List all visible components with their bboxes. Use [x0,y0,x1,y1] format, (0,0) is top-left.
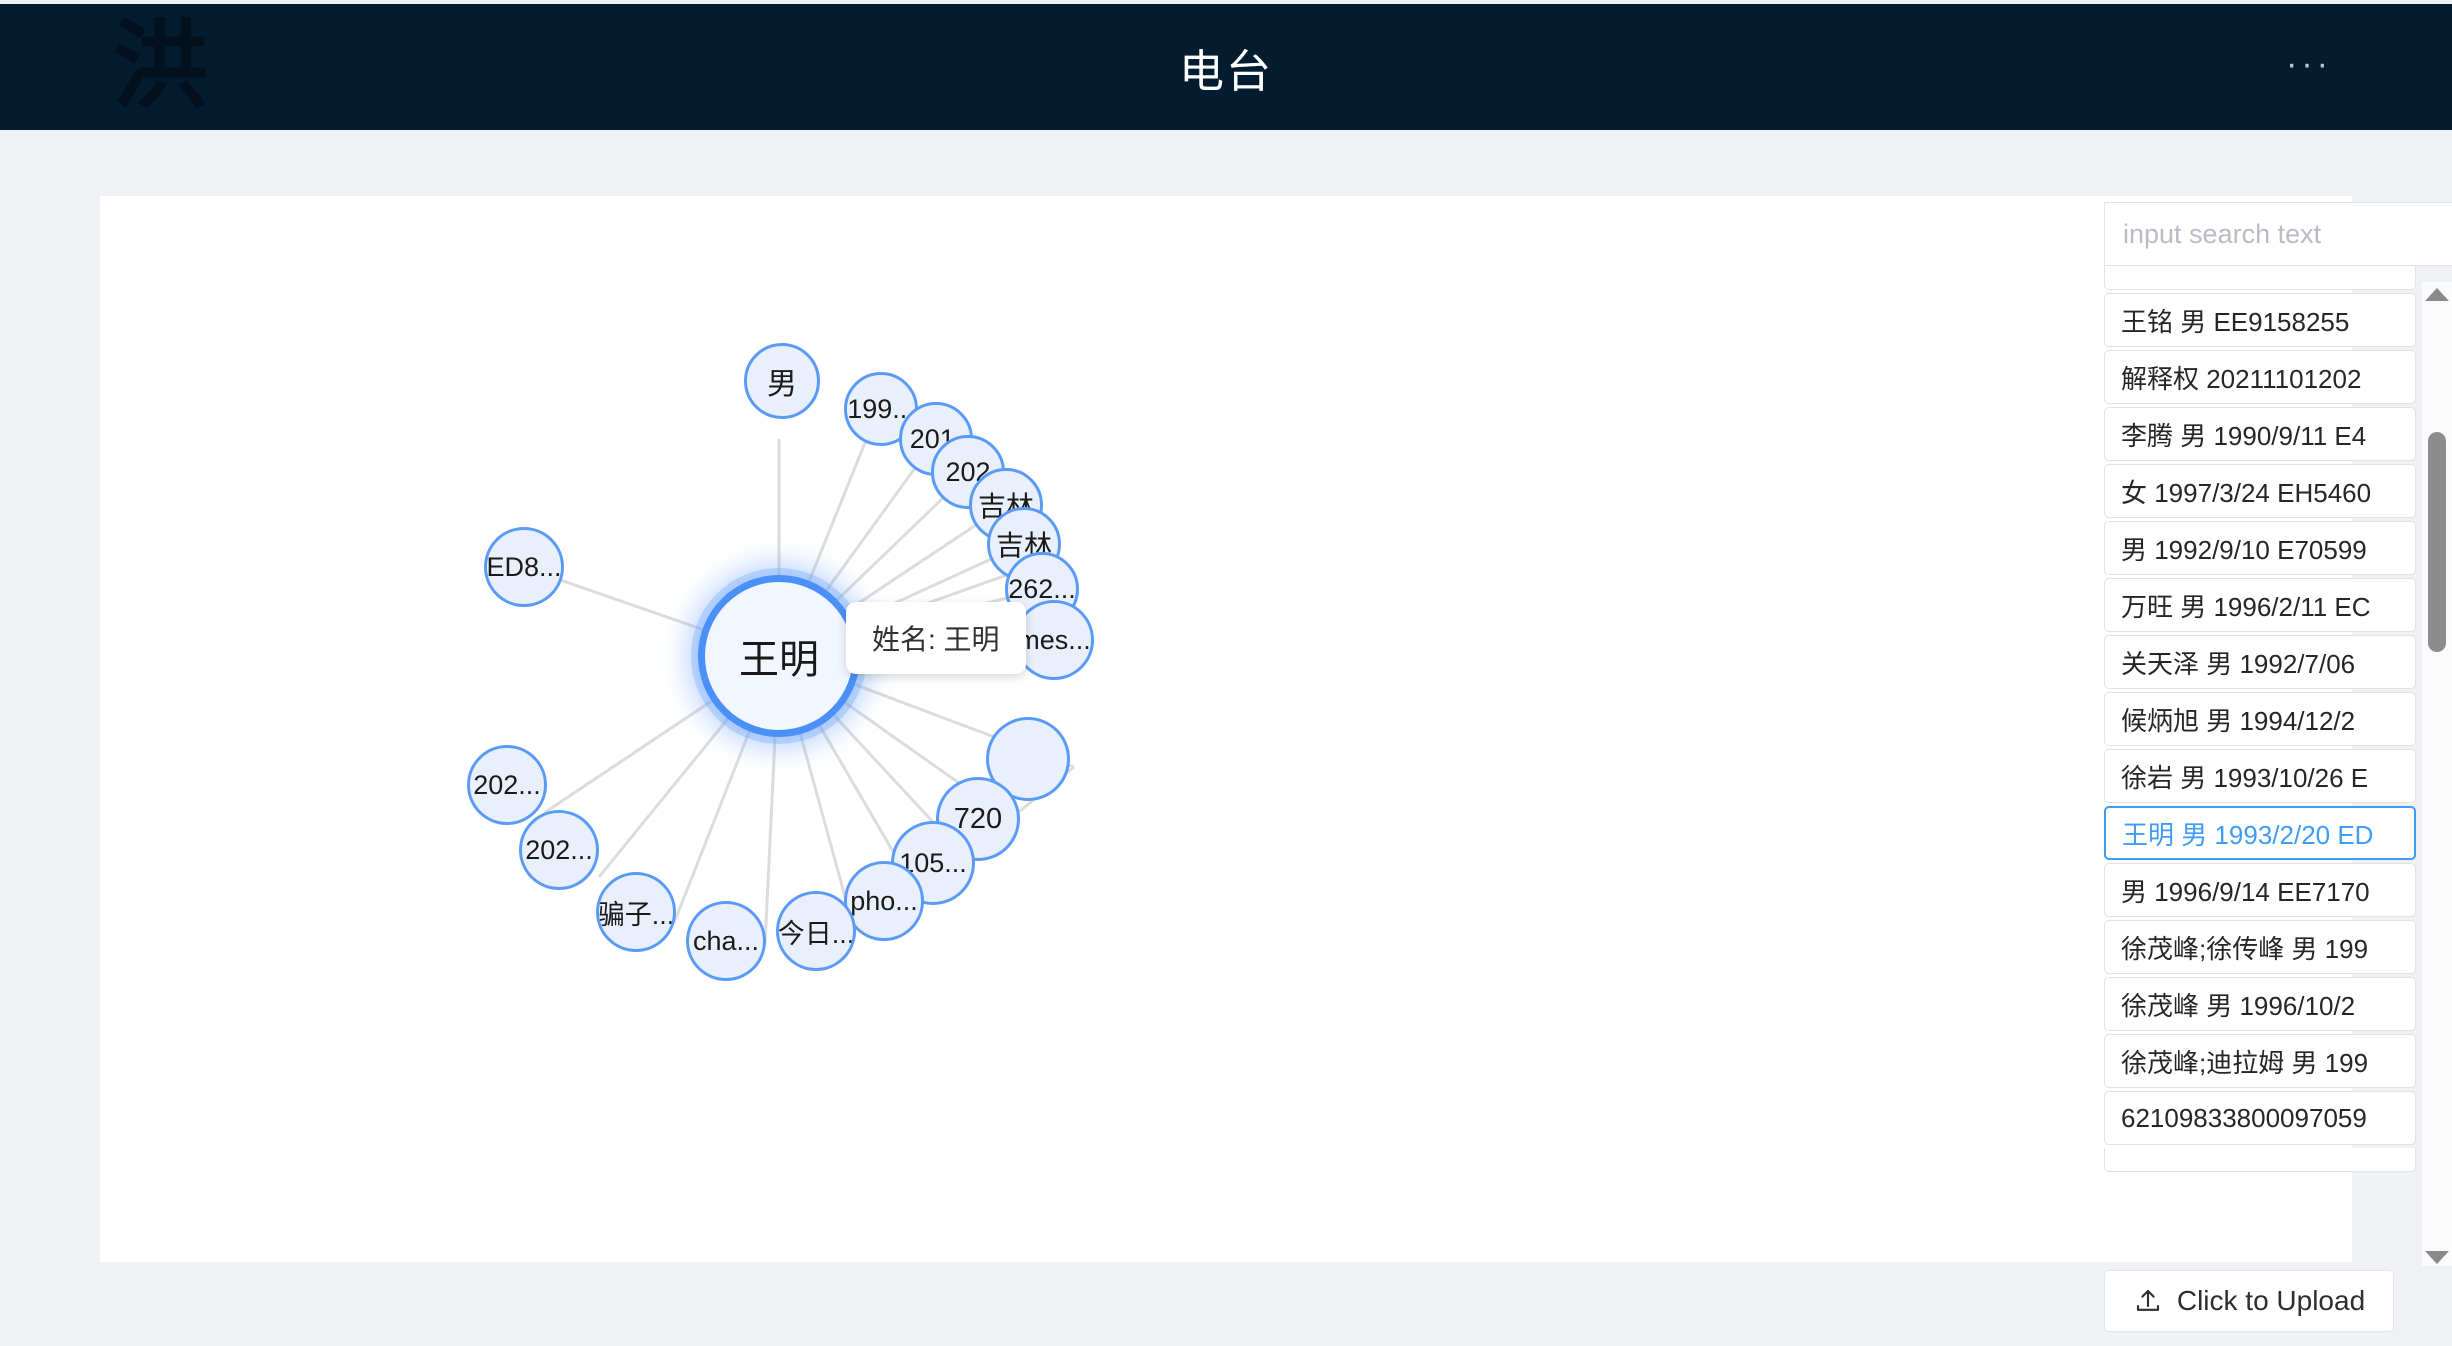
list-item[interactable]: 李腾 男 1990/9/11 E4 [2104,407,2416,461]
side-panel: 王铭 男 EE9158255 解释权 20211101202 李腾 男 1990… [2104,196,2452,1346]
graph-center-node-label: 王明 [739,638,819,682]
upload-icon [2136,1289,2159,1311]
graph-node[interactable]: 男 [744,343,820,419]
list-item[interactable]: 候炳旭 男 1994/12/2 [2104,692,2416,746]
list-item[interactable]: 徐茂峰;徐传峰 男 199 [2104,920,2416,974]
graph-node-label: mes... [1017,624,1091,655]
graph-node-label: 202... [473,769,541,800]
list-item-label: 女 1997/3/24 EH5460 [2121,477,2372,508]
app-header: 洪 电台 ··· [0,4,2452,130]
list-item[interactable] [2104,266,2416,290]
list-item[interactable]: 男 1996/9/14 EE7170 [2104,863,2416,917]
graph-node-label: 今日... [777,918,855,949]
list-item-label: 关天泽 男 1992/7/06 [2121,648,2356,679]
list-item[interactable]: 女 1997/3/24 EH5460 [2104,464,2416,518]
list-item-label: 万旺 男 1996/2/11 EC [2121,591,2371,622]
graph-node[interactable]: pho... [844,861,924,941]
list-item[interactable] [2104,1148,2416,1172]
list-item-label: 王铭 男 EE9158255 [2121,306,2350,337]
scrollbar-thumb[interactable] [2428,432,2446,652]
list-item[interactable]: 万旺 男 1996/2/11 EC [2104,578,2416,632]
scroll-up-arrow-icon[interactable] [2425,288,2449,301]
list-item-label: 62109833800097059 [2121,1102,2367,1133]
result-list-scroll-area: 王铭 男 EE9158255 解释权 20211101202 李腾 男 1990… [2104,266,2416,1175]
graph-node[interactable]: 202... [467,745,547,825]
graph-node[interactable]: 202... [519,810,599,890]
graph-node-label: 202... [525,834,593,865]
search-row [2104,202,2452,266]
scroll-down-arrow-icon[interactable] [2425,1251,2449,1264]
list-item-label: 男 1996/9/14 EE7170 [2121,876,2370,907]
search-input[interactable] [2104,202,2452,266]
graph-node-label: ED8... [486,551,562,582]
list-item[interactable]: 徐茂峰;迪拉姆 男 199 [2104,1034,2416,1088]
graph-node-label: 262... [1008,573,1076,604]
list-item-label: 王明 男 1993/2/20 ED [2122,819,2374,850]
list-item[interactable]: 徐岩 男 1993/10/26 E [2104,749,2416,803]
list-item-label: 徐茂峰;迪拉姆 男 199 [2121,1047,2369,1078]
node-tooltip-text: 姓名: 王明 [872,624,1000,655]
page-title: 电台 [1178,45,1273,97]
list-item-label: 徐岩 男 1993/10/26 E [2121,762,2369,793]
upload-button-label: Click to Upload [2176,1285,2366,1316]
list-item[interactable]: 徐茂峰 男 1996/10/2 [2104,977,2416,1031]
graph-node-label: 720 [953,802,1003,835]
list-item-label: 徐茂峰;徐传峰 男 199 [2121,933,2369,964]
graph-node[interactable]: 今日... [776,891,856,971]
graph-edges [522,407,1075,945]
graph-node[interactable]: ED8... [484,527,564,607]
list-item[interactable]: 关天泽 男 1992/7/06 [2104,635,2416,689]
list-item[interactable]: 62109833800097059 [2104,1091,2416,1145]
graph-node-label: pho... [850,885,918,916]
list-item-label: 李腾 男 1990/9/11 E4 [2121,420,2367,451]
list-item[interactable]: 王铭 男 EE9158255 [2104,293,2416,347]
graph-node-label: cha... [692,925,760,956]
list-item-label: 候炳旭 男 1994/12/2 [2121,705,2356,736]
list-item[interactable]: 男 1992/9/10 E70599 [2104,521,2416,575]
upload-button[interactable]: Click to Upload [2104,1270,2394,1332]
graph-node[interactable]: cha... [686,901,766,981]
graph-node-label: 骗子... [597,899,675,930]
list-scrollbar[interactable] [2422,282,2452,1266]
list-item-label: 徐茂峰 男 1996/10/2 [2121,990,2356,1021]
list-item-label: 解释权 20211101202 [2121,363,2362,394]
graph-canvas[interactable]: 男 199... 201. 202 吉林 吉林 262... mes... 72… [100,196,2352,1262]
graph-node[interactable]: mes... [1014,600,1094,680]
graph-node-label: 男 [767,368,797,401]
list-item[interactable]: 解释权 20211101202 [2104,350,2416,404]
result-list[interactable]: 王铭 男 EE9158255 解释权 20211101202 李腾 男 1990… [2104,266,2452,1266]
graph-center-node[interactable]: 王明 [698,575,860,737]
more-options-icon[interactable]: ··· [2286,47,2332,81]
graph-node[interactable]: 骗子... [596,872,676,952]
list-item-label: 男 1992/9/10 E70599 [2121,534,2367,565]
node-tooltip: 姓名: 王明 [846,602,1026,674]
list-item-selected[interactable]: 王明 男 1993/2/20 ED [2104,806,2416,860]
